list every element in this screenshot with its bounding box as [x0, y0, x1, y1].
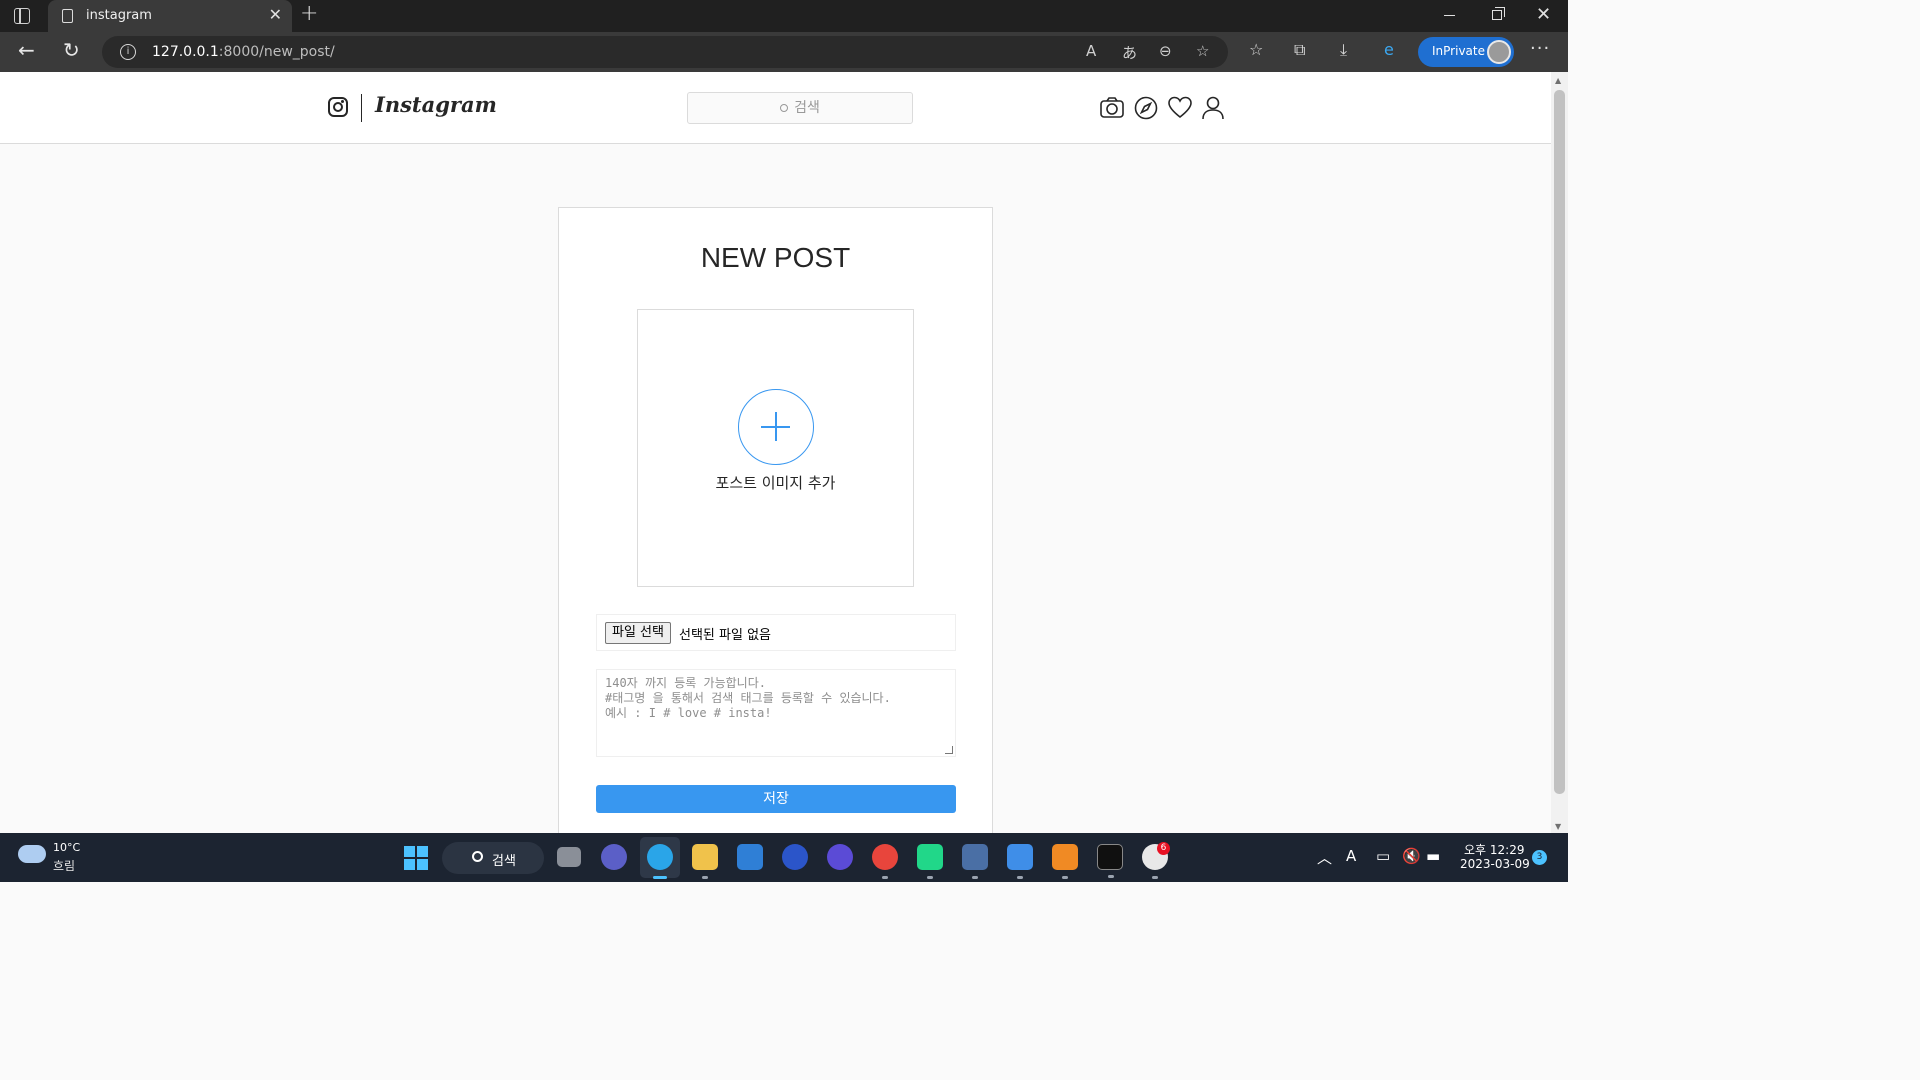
address-url[interactable]: 127.0.0.1:8000/new_post/: [152, 44, 335, 60]
volume-muted-icon[interactable]: 🔇: [1402, 847, 1421, 865]
heart-icon[interactable]: [1167, 95, 1193, 121]
caption-placeholder-line: #태그명 을 통해서 검색 태그를 등록할 수 있습니다.: [605, 691, 891, 705]
avatar: [1487, 40, 1511, 64]
running-indicator: [1062, 876, 1068, 879]
search-placeholder: 검색: [794, 100, 820, 116]
page-scrollbar[interactable]: ▲ ▼: [1551, 72, 1568, 833]
profile-icon[interactable]: [1200, 95, 1226, 121]
scroll-up-icon[interactable]: ▲: [1555, 76, 1561, 85]
browser-tab[interactable]: instagram ✕: [48, 0, 292, 32]
search-icon: [780, 104, 789, 112]
page-icon: [62, 9, 73, 23]
inprivate-badge[interactable]: InPrivate: [1418, 37, 1514, 67]
instagram-logo-icon[interactable]: [328, 97, 348, 117]
save-button[interactable]: 저장: [596, 785, 956, 813]
caption-textarea[interactable]: 140자 까지 등록 가능합니다. #태그명 을 통해서 검색 태그를 등록할 …: [596, 669, 956, 757]
app-icon[interactable]: [1052, 844, 1078, 879]
tab-title: instagram: [86, 8, 152, 23]
running-indicator: [927, 876, 933, 879]
read-aloud-icon[interactable]: A: [1086, 42, 1096, 60]
terminal-icon[interactable]: [1097, 844, 1123, 878]
refresh-icon[interactable]: ↻: [63, 38, 80, 62]
window-close-icon[interactable]: ✕: [1536, 4, 1551, 25]
os-taskbar: 10°C 흐림 검색 ︿ A ▭ 🔇 ▬ 오후 12:29 2023-03-09…: [0, 833, 1568, 882]
running-indicator: [702, 876, 708, 879]
running-indicator: [653, 876, 667, 879]
address-bar[interactable]: i 127.0.0.1:8000/new_post/ A あ ⊖ ☆: [102, 36, 1228, 68]
new-post-card: NEW POST 포스트 이미지 추가 파일 선택 선택된 파일 없음 140자…: [558, 207, 993, 833]
cloud-icon[interactable]: [18, 845, 46, 863]
clock-time[interactable]: 오후 12:29: [1464, 841, 1524, 858]
new-tab-icon[interactable]: +: [300, 1, 318, 26]
tab-actions-icon[interactable]: [14, 8, 30, 24]
weather-condition[interactable]: 흐림: [53, 857, 75, 874]
downloads-icon[interactable]: ⤓: [1340, 40, 1347, 60]
running-indicator: [1108, 875, 1114, 878]
site-header: Instagram 검색: [0, 72, 1551, 144]
post-image-dropzone[interactable]: 포스트 이미지 추가: [637, 309, 914, 587]
notification-badge[interactable]: 3: [1532, 850, 1547, 865]
browser-toolbar: ← ↻ i 127.0.0.1:8000/new_post/ A あ ⊖ ☆: [0, 32, 1568, 72]
restore-icon[interactable]: [1492, 7, 1505, 20]
slack-badge: 6: [1157, 842, 1170, 855]
file-explorer-icon[interactable]: [692, 844, 718, 879]
page-viewport: Instagram 검색 NEW POST 포스트 이미지 추가 파일 선택 선…: [0, 72, 1568, 833]
pycharm-icon[interactable]: [917, 844, 943, 879]
network-icon[interactable]: ▭: [1376, 847, 1390, 865]
edge-icon[interactable]: e: [1384, 40, 1394, 59]
chrome-icon[interactable]: [872, 844, 898, 879]
weather-temperature[interactable]: 10°C: [53, 841, 80, 854]
mail-icon[interactable]: [737, 844, 763, 870]
taskbar-search-label: 검색: [492, 854, 516, 869]
running-indicator: [972, 876, 978, 879]
browser-tab-bar: instagram ✕ + ✕: [0, 0, 1568, 32]
favorites-icon[interactable]: ☆: [1249, 40, 1263, 59]
instagram-wordmark[interactable]: Instagram: [375, 92, 497, 117]
search-icon: [472, 851, 483, 862]
add-image-plus-icon[interactable]: [738, 389, 814, 465]
scroll-down-icon[interactable]: ▼: [1555, 822, 1561, 831]
chevron-up-icon[interactable]: ︿: [1317, 847, 1332, 868]
logo-divider: [361, 94, 362, 122]
app-icon[interactable]: [782, 844, 808, 870]
clock-date[interactable]: 2023-03-09: [1460, 857, 1530, 871]
collections-icon[interactable]: ⧉: [1294, 40, 1305, 60]
teams-chat-icon[interactable]: [601, 844, 627, 870]
battery-icon[interactable]: ▬: [1426, 847, 1440, 865]
running-indicator: [882, 876, 888, 879]
translate-icon[interactable]: あ: [1122, 42, 1137, 63]
app-icon[interactable]: [827, 844, 853, 870]
page-title: NEW POST: [700, 242, 851, 273]
more-icon[interactable]: ···: [1530, 38, 1550, 59]
task-view-icon[interactable]: [557, 847, 581, 867]
running-indicator: [1152, 876, 1158, 879]
file-status: 선택된 파일 없음: [679, 628, 771, 643]
inprivate-label: InPrivate: [1432, 44, 1485, 58]
resize-handle[interactable]: [945, 746, 953, 754]
running-indicator: [1017, 876, 1023, 879]
scrollbar-thumb[interactable]: [1554, 90, 1565, 794]
caption-placeholder-line: 예시 : I # love # insta!: [605, 706, 772, 720]
explore-compass-icon[interactable]: [1133, 95, 1159, 121]
minimize-icon[interactable]: [1444, 15, 1455, 16]
add-favorite-icon[interactable]: ☆: [1196, 42, 1209, 60]
camera-icon[interactable]: [1099, 95, 1125, 121]
taskbar-search[interactable]: 검색: [442, 842, 544, 874]
tab-close-icon[interactable]: ✕: [269, 5, 282, 24]
notepad-icon[interactable]: [1007, 844, 1033, 879]
file-input: 파일 선택 선택된 파일 없음: [596, 614, 956, 651]
workbench-icon[interactable]: [962, 844, 988, 879]
ime-icon[interactable]: A: [1346, 847, 1356, 865]
choose-file-button[interactable]: 파일 선택: [605, 622, 671, 644]
site-info-icon[interactable]: i: [120, 44, 136, 60]
add-image-label: 포스트 이미지 추가: [715, 474, 836, 492]
edge-browser-icon[interactable]: [647, 844, 673, 879]
windows-start-icon[interactable]: [404, 846, 428, 870]
search-input[interactable]: 검색: [687, 92, 913, 124]
zoom-out-icon[interactable]: ⊖: [1159, 42, 1172, 60]
back-icon[interactable]: ←: [18, 38, 35, 62]
caption-placeholder-line: 140자 까지 등록 가능합니다.: [605, 676, 766, 690]
